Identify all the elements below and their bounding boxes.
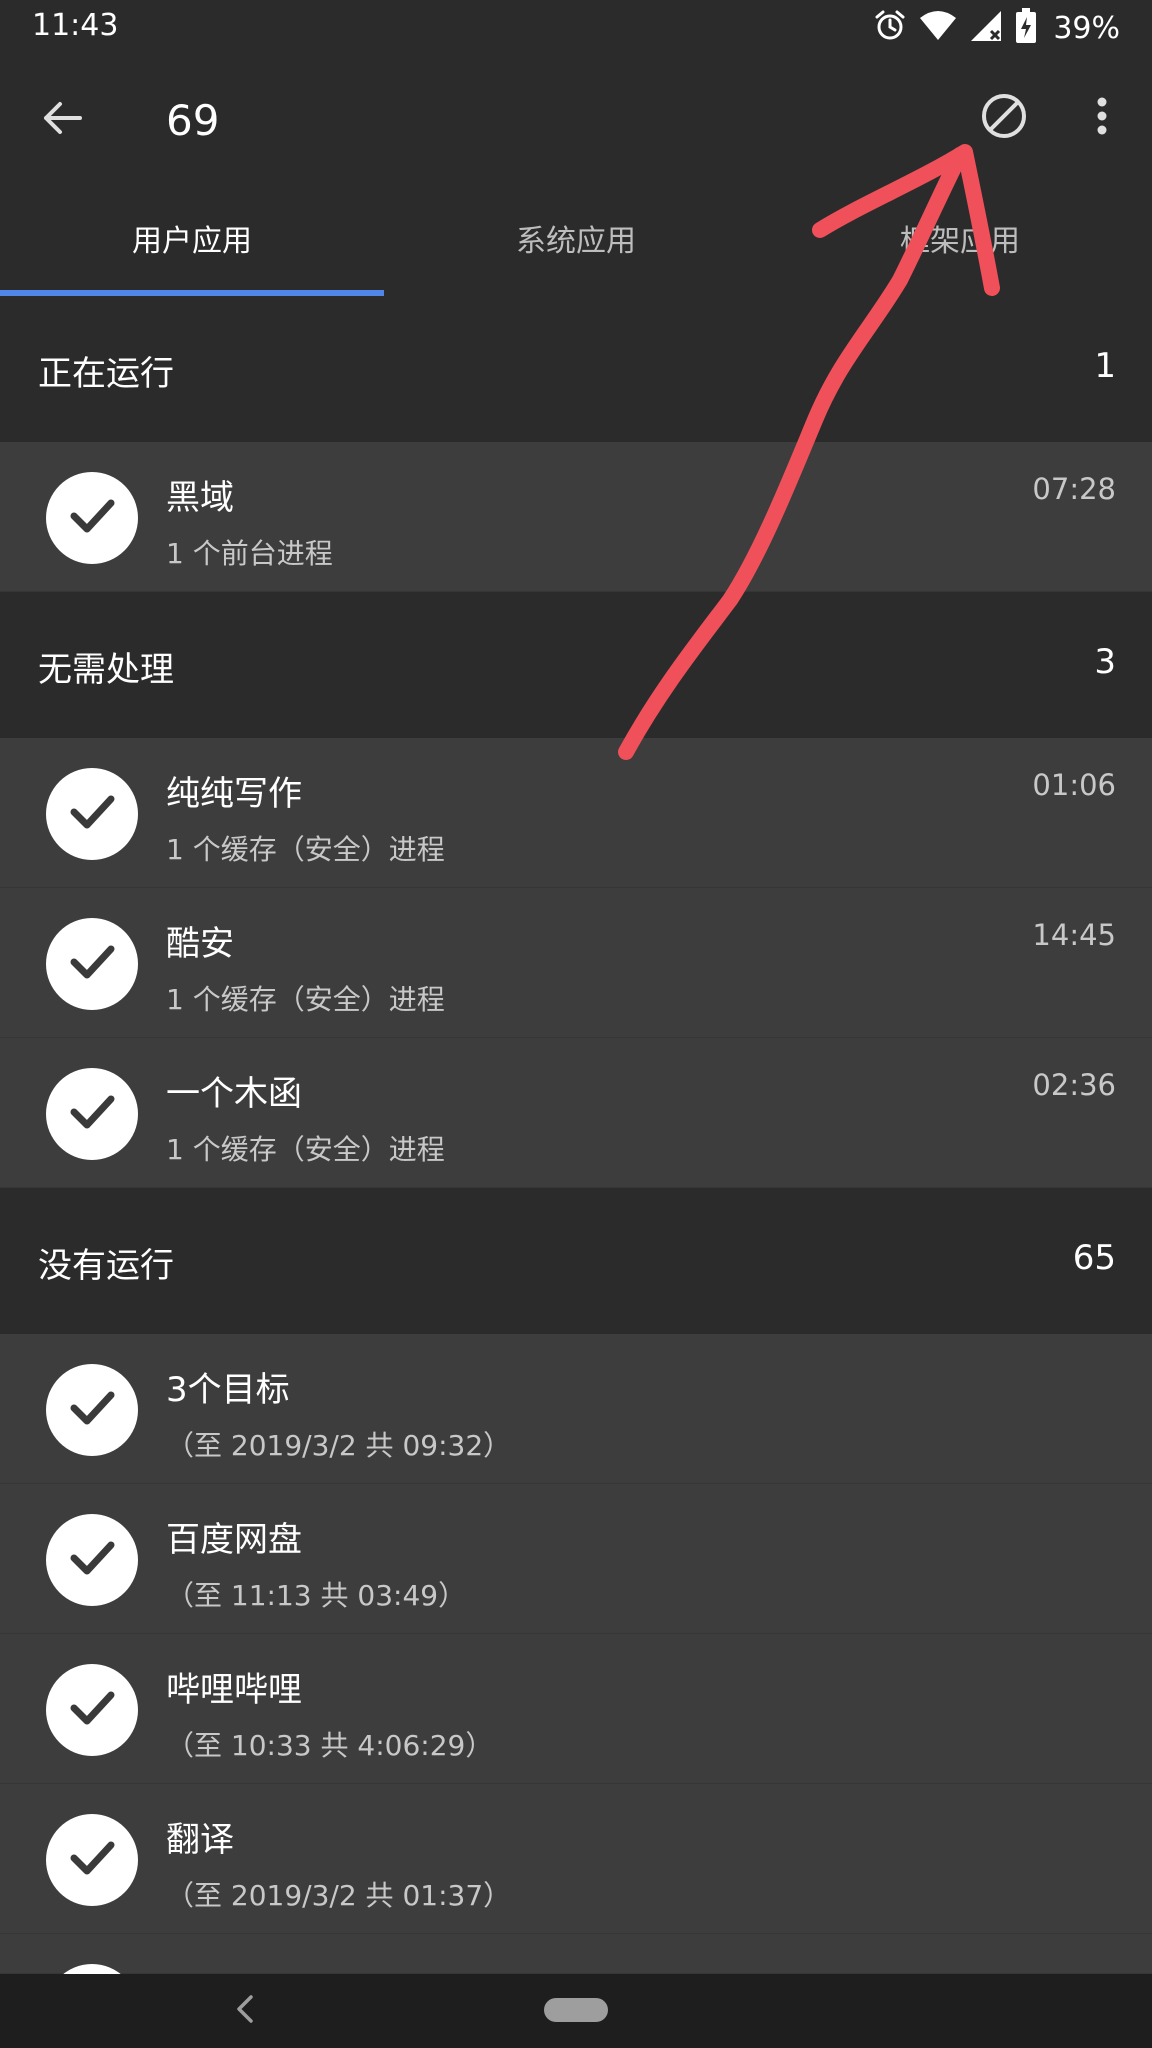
nav-back-button[interactable] bbox=[220, 1988, 270, 2034]
check-icon bbox=[64, 488, 120, 548]
app-list[interactable]: 正在运行 1 黑域 1 个前台进程 07:28 无需处理 3 纯纯写作 1 个缓… bbox=[0, 296, 1152, 1974]
section-title: 正在运行 bbox=[38, 354, 174, 394]
list-item[interactable]: 黑域 1 个前台进程 07:28 bbox=[0, 442, 1152, 592]
app-icon-checked bbox=[46, 1514, 138, 1606]
check-icon bbox=[64, 1380, 120, 1440]
tab-label: 框架应用 bbox=[900, 224, 1020, 259]
app-last-run-info: （至 2019/3/2 共 09:32） bbox=[166, 1429, 512, 1462]
tab-framework-apps[interactable]: 框架应用 bbox=[768, 180, 1152, 296]
tab-label: 用户应用 bbox=[132, 224, 252, 259]
more-options-button[interactable] bbox=[1070, 86, 1134, 150]
app-last-run-info: （至 10:33 共 4:06:29） bbox=[166, 1729, 494, 1762]
app-name: 3个目标 bbox=[166, 1370, 290, 1410]
app-run-time: 02:36 bbox=[1032, 1068, 1116, 1102]
battery-charging-icon bbox=[1015, 8, 1037, 48]
back-button[interactable] bbox=[30, 88, 94, 152]
app-icon-checked bbox=[46, 768, 138, 860]
list-item[interactable] bbox=[0, 1934, 1152, 1974]
section-title: 无需处理 bbox=[38, 650, 174, 690]
app-icon-checked bbox=[46, 472, 138, 564]
check-icon bbox=[64, 784, 120, 844]
app-process-info: 1 个前台进程 bbox=[166, 537, 333, 570]
check-icon bbox=[64, 1680, 120, 1740]
block-icon bbox=[980, 92, 1028, 144]
app-run-time: 14:45 bbox=[1032, 918, 1116, 952]
list-item[interactable]: 哔哩哔哩 （至 10:33 共 4:06:29） bbox=[0, 1634, 1152, 1784]
page-title: 69 bbox=[166, 96, 220, 145]
wifi-icon bbox=[919, 9, 957, 47]
battery-percentage: 39% bbox=[1053, 10, 1120, 46]
app-process-info: 1 个缓存（安全）进程 bbox=[166, 833, 445, 866]
section-title: 没有运行 bbox=[38, 1246, 174, 1286]
app-bar: 69 bbox=[0, 58, 1152, 180]
list-item[interactable]: 翻译 （至 2019/3/2 共 01:37） bbox=[0, 1784, 1152, 1934]
status-icons: 39% bbox=[873, 6, 1120, 50]
tab-system-apps[interactable]: 系统应用 bbox=[384, 180, 768, 296]
app-name: 酷安 bbox=[166, 924, 234, 964]
tab-bar: 用户应用 系统应用 框架应用 bbox=[0, 180, 1152, 296]
list-item[interactable]: 3个目标 （至 2019/3/2 共 09:32） bbox=[0, 1334, 1152, 1484]
app-name: 黑域 bbox=[166, 478, 234, 518]
section-count: 65 bbox=[1072, 1238, 1116, 1278]
app-run-time: 01:06 bbox=[1032, 768, 1116, 802]
chevron-left-icon bbox=[235, 1994, 255, 2028]
cell-signal-no-data-icon bbox=[969, 9, 1003, 47]
app-process-info: 1 个缓存（安全）进程 bbox=[166, 1133, 445, 1166]
app-run-time: 07:28 bbox=[1032, 472, 1116, 506]
app-name: 纯纯写作 bbox=[166, 774, 302, 814]
section-count: 3 bbox=[1094, 642, 1116, 682]
app-last-run-info: （至 11:13 共 03:49） bbox=[166, 1579, 467, 1612]
app-icon-checked bbox=[46, 1364, 138, 1456]
app-icon-checked bbox=[46, 1664, 138, 1756]
check-icon bbox=[64, 1530, 120, 1590]
app-name: 哔哩哔哩 bbox=[166, 1670, 302, 1710]
list-item[interactable]: 一个木函 1 个缓存（安全）进程 02:36 bbox=[0, 1038, 1152, 1188]
app-process-info: 1 个缓存（安全）进程 bbox=[166, 983, 445, 1016]
app-icon-checked bbox=[46, 1068, 138, 1160]
list-item[interactable]: 百度网盘 （至 11:13 共 03:49） bbox=[0, 1484, 1152, 1634]
check-icon bbox=[64, 1830, 120, 1890]
status-time: 11:43 bbox=[32, 8, 119, 43]
tab-label: 系统应用 bbox=[516, 224, 636, 259]
app-icon-checked bbox=[46, 1814, 138, 1906]
list-item[interactable]: 酷安 1 个缓存（安全）进程 14:45 bbox=[0, 888, 1152, 1038]
check-icon bbox=[64, 1084, 120, 1144]
app-icon-checked bbox=[46, 918, 138, 1010]
section-header-not-running: 没有运行 65 bbox=[0, 1188, 1152, 1334]
check-icon bbox=[64, 934, 120, 994]
tab-user-apps[interactable]: 用户应用 bbox=[0, 180, 384, 296]
list-item[interactable]: 纯纯写作 1 个缓存（安全）进程 01:06 bbox=[0, 738, 1152, 888]
block-button[interactable] bbox=[972, 86, 1036, 150]
section-count: 1 bbox=[1094, 346, 1116, 386]
section-header-no-action: 无需处理 3 bbox=[0, 592, 1152, 738]
system-nav-bar bbox=[0, 1974, 1152, 2048]
status-bar: 11:43 39% bbox=[0, 0, 1152, 58]
more-vert-icon bbox=[1092, 94, 1112, 142]
app-last-run-info: （至 2019/3/2 共 01:37） bbox=[166, 1879, 512, 1912]
nav-home-pill[interactable] bbox=[544, 1998, 608, 2022]
app-name: 一个木函 bbox=[166, 1074, 302, 1114]
app-name: 百度网盘 bbox=[166, 1520, 302, 1560]
arrow-left-icon bbox=[40, 96, 84, 144]
app-icon-checked bbox=[46, 1964, 138, 1974]
app-name: 翻译 bbox=[166, 1820, 234, 1860]
alarm-icon bbox=[873, 9, 907, 47]
section-header-running: 正在运行 1 bbox=[0, 296, 1152, 442]
